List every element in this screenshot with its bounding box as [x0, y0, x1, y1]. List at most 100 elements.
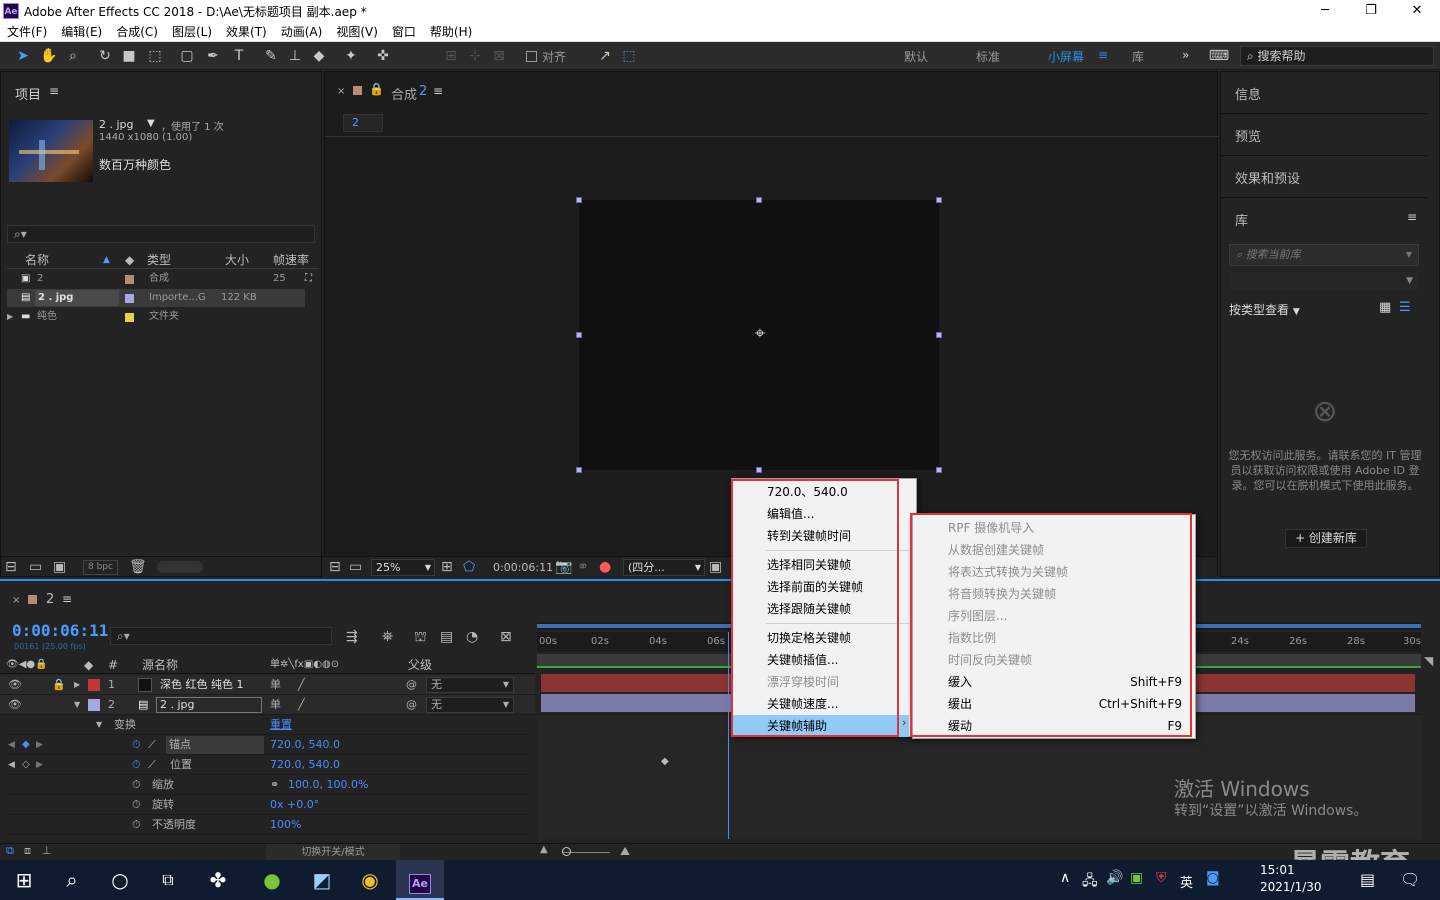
- sort-ascending-icon[interactable]: ▲: [103, 251, 110, 269]
- transform-handle[interactable]: [756, 197, 762, 203]
- collapse-arrow-icon[interactable]: ▼: [74, 695, 80, 715]
- scroll-right-icon[interactable]: ◥: [1424, 654, 1433, 668]
- workspace-small-screen[interactable]: 小屏幕: [1048, 48, 1084, 65]
- show-hidden-icons-icon[interactable]: ∧: [1060, 870, 1070, 886]
- workspace-default[interactable]: 默认: [904, 48, 928, 65]
- workspace-menu-icon[interactable]: ≡: [1098, 48, 1108, 62]
- nvidia-icon[interactable]: ▣: [1130, 870, 1143, 886]
- snap-target-icon[interactable]: ⬚: [618, 46, 640, 66]
- pinwheel-app-icon[interactable]: ✤: [194, 860, 242, 900]
- expand-arrow-icon[interactable]: ▶: [74, 675, 80, 695]
- bit-depth-button[interactable]: 8 bpc: [83, 560, 118, 575]
- toggle-view-icon[interactable]: ▣: [709, 557, 722, 577]
- eraser-tool-icon[interactable]: ◆: [308, 46, 330, 66]
- parent-select[interactable]: 无 ▼: [426, 677, 514, 693]
- maximize-button[interactable]: ❐: [1348, 0, 1394, 22]
- snap-icon[interactable]: ↗: [594, 46, 616, 66]
- clock-date[interactable]: 2021/1/30: [1260, 880, 1322, 894]
- draft-3d-icon[interactable]: ⛯: [382, 627, 393, 647]
- snapshot-icon[interactable]: 📷: [555, 557, 572, 577]
- transform-handle[interactable]: [936, 197, 942, 203]
- show-snapshot-icon[interactable]: ⚭: [577, 557, 589, 577]
- tennis-app-icon[interactable]: ●: [248, 860, 296, 900]
- effects-presets-section[interactable]: 效果和预设: [1221, 156, 1427, 198]
- project-search-input[interactable]: ⌕▾: [7, 225, 315, 243]
- keyframe-diamond-icon[interactable]: ◆: [22, 735, 30, 755]
- snap-checkbox[interactable]: [526, 51, 537, 62]
- playhead[interactable]: [728, 632, 729, 839]
- next-keyframe-icon[interactable]: ▶: [36, 755, 43, 775]
- rectangle-tool-icon[interactable]: ▢: [176, 46, 198, 66]
- col-name[interactable]: 名称: [25, 251, 49, 269]
- transform-handle[interactable]: [576, 332, 582, 338]
- label-color-swatch[interactable]: [125, 294, 134, 303]
- pickwhip-icon[interactable]: @: [406, 695, 417, 715]
- toggle-transfer-icon[interactable]: ⧈: [24, 844, 31, 858]
- after-effects-taskbar-button[interactable]: Ae: [396, 860, 444, 900]
- interpret-footage-icon[interactable]: ⊟: [5, 557, 17, 577]
- stopwatch-icon[interactable]: ⏱: [132, 775, 141, 795]
- monitor-icon[interactable]: ▭: [349, 557, 362, 577]
- shy-layers-icon[interactable]: ⛫: [414, 627, 427, 647]
- label-color-swatch[interactable]: [125, 313, 134, 322]
- visibility-eye-icon[interactable]: 👁: [8, 675, 22, 695]
- workspace-standard[interactable]: 标准: [976, 48, 1000, 65]
- menu-file[interactable]: 文件(F): [0, 22, 54, 42]
- title-safe-icon[interactable]: ⊞: [441, 557, 453, 577]
- task-view-icon[interactable]: ⧉: [144, 860, 192, 900]
- toggle-switches-icon[interactable]: ⧉: [6, 844, 14, 858]
- world-axis-icon[interactable]: ⊹: [464, 46, 486, 66]
- quality-switch-icon[interactable]: ╱: [298, 695, 305, 715]
- type-tool-icon[interactable]: T: [228, 46, 250, 66]
- brush-tool-icon[interactable]: ✎: [260, 46, 282, 66]
- lock-icon[interactable]: 🔒: [369, 82, 384, 96]
- windows-start-icon[interactable]: ⊞: [0, 860, 48, 900]
- search-help-input[interactable]: ⌕ 搜索帮助: [1240, 46, 1434, 66]
- input-language-indicator[interactable]: 英: [1180, 872, 1193, 891]
- toggle-stretch-icon[interactable]: ⊥: [42, 844, 52, 857]
- property-row-opacity[interactable]: ⏱ 不透明度 100%: [6, 815, 531, 835]
- pen-tool-icon[interactable]: ✒: [202, 46, 224, 66]
- library-search-input[interactable]: ⌕ 搜索当前库 ▼: [1229, 244, 1419, 266]
- parent-select[interactable]: 无 ▼: [426, 697, 514, 713]
- flowchart-icon[interactable]: ⛶: [305, 270, 312, 288]
- delete-icon[interactable]: 🗑: [129, 557, 147, 577]
- roto-brush-tool-icon[interactable]: ✦: [340, 46, 362, 66]
- workspace-libraries[interactable]: 库: [1132, 48, 1144, 65]
- reset-link[interactable]: 重置: [270, 715, 292, 735]
- security-shield-icon[interactable]: ⛨: [1156, 870, 1167, 886]
- sync-settings-icon[interactable]: ⌨: [1208, 46, 1230, 66]
- table-row[interactable]: ▶ ▬ 纯色 文件夹: [7, 308, 305, 326]
- close-tab-icon[interactable]: ×: [12, 595, 20, 606]
- transform-handle[interactable]: [576, 197, 582, 203]
- selection-tool-icon[interactable]: ➤: [12, 46, 34, 66]
- layer-row[interactable]: 👁 ▼ 2 ▤ 2 . jpg 单 ╱ @ 无 ▼: [0, 695, 535, 715]
- keyframe-diamond-icon[interactable]: ◇: [22, 755, 30, 775]
- menu-window[interactable]: 窗口: [385, 22, 423, 42]
- stopwatch-icon[interactable]: ⏱: [132, 735, 141, 755]
- col-size[interactable]: 大小: [225, 251, 249, 269]
- pickwhip-icon[interactable]: @: [406, 675, 417, 695]
- new-folder-icon[interactable]: ▭: [29, 557, 42, 577]
- zoom-out-icon[interactable]: ▲: [540, 844, 548, 855]
- notepad-app-icon[interactable]: ◩: [298, 860, 346, 900]
- anchor-value[interactable]: 720.0, 540.0: [270, 735, 340, 755]
- source-name-col[interactable]: 源名称: [142, 656, 178, 674]
- zoom-tool-icon[interactable]: ⌕: [62, 46, 84, 66]
- current-timecode[interactable]: 0:00:06:11: [12, 621, 108, 640]
- library-select[interactable]: ▼: [1229, 272, 1419, 290]
- preview-section[interactable]: 预览: [1221, 114, 1427, 156]
- zoom-in-icon[interactable]: ⛰: [620, 844, 630, 859]
- stopwatch-icon[interactable]: ⏱: [132, 795, 141, 815]
- constrain-link-icon[interactable]: ⚭: [270, 775, 279, 795]
- scale-value[interactable]: 100.0, 100.0%: [288, 775, 368, 795]
- notification-icon[interactable]: ▤: [1360, 870, 1375, 889]
- rotation-value[interactable]: 0x +0.0°: [270, 795, 319, 815]
- graph-icon[interactable]: ⟋: [148, 755, 156, 775]
- more-workspaces-icon[interactable]: »: [1182, 48, 1189, 62]
- close-button[interactable]: ✕: [1394, 0, 1440, 22]
- col-type[interactable]: 类型: [147, 251, 171, 269]
- layer-lock-icon[interactable]: 🔒: [52, 675, 66, 695]
- composition-mini-flowchart-icon[interactable]: ⇶: [346, 627, 358, 647]
- collapse-arrow-icon[interactable]: ▼: [96, 715, 102, 735]
